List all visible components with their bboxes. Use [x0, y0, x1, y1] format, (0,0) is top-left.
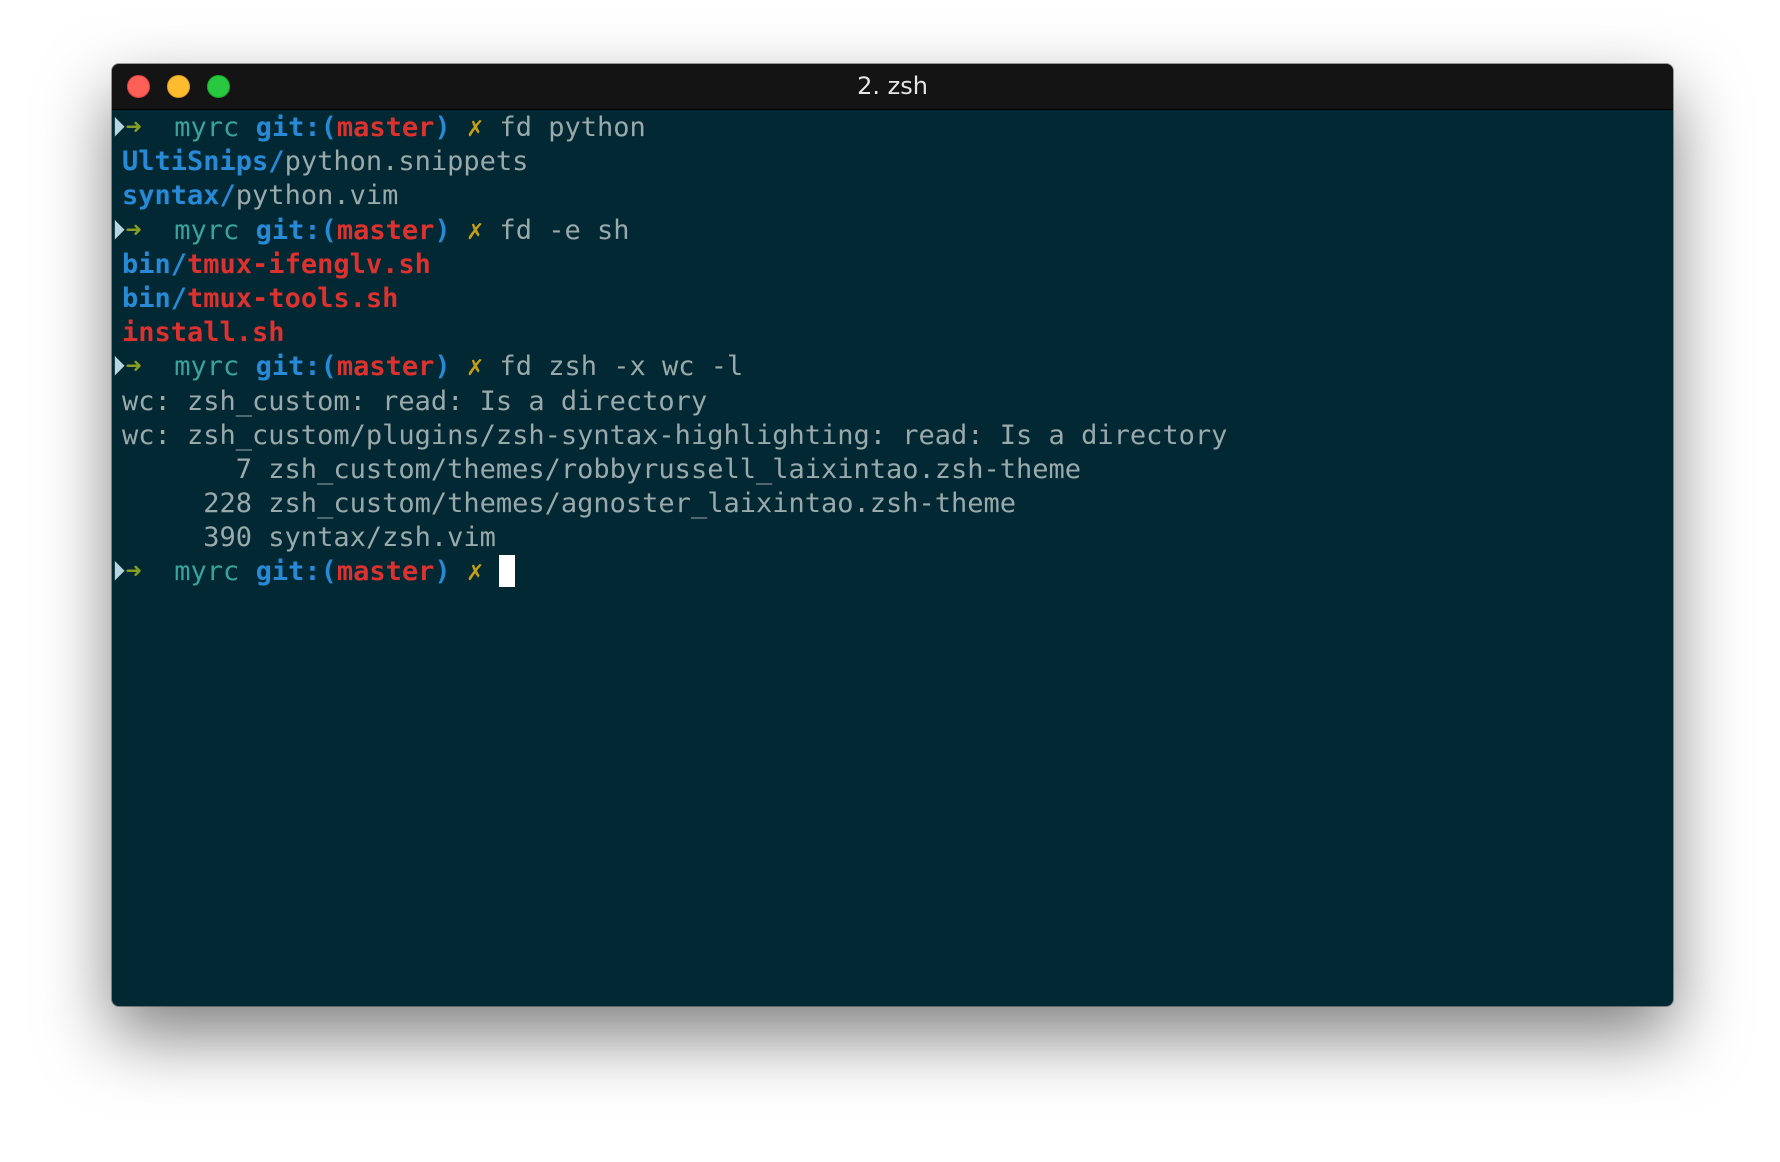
command-text: fd zsh -x wc -l — [499, 351, 744, 383]
prompt-git-open: git:( — [255, 214, 337, 246]
active-prompt-line[interactable]: ⏵➜ myrc git:(master) ✗ — [112, 554, 1673, 589]
prompt-line: ⏵➜ myrc git:(master) ✗ fd zsh -x wc -l — [112, 350, 1673, 384]
path-file: python.snippets — [284, 146, 529, 178]
prompt-git-open: git:( — [255, 556, 337, 588]
output-text: 390 syntax/zsh.vim — [122, 522, 496, 554]
path-dir: bin/ — [122, 282, 188, 314]
prompt-dir: myrc — [174, 112, 240, 143]
output-line: bin/tmux-ifenglv.sh — [112, 248, 1673, 282]
prompt-arrow-icon: ➜ — [125, 351, 142, 383]
prompt-line: ⏵➜ myrc git:(master) ✗ fd python — [112, 111, 1673, 145]
terminal-window: 2. zsh ⏵➜ myrc git:(master) ✗ fd python … — [112, 64, 1673, 1006]
title-bar[interactable]: 2. zsh — [112, 64, 1673, 110]
prompt-arrow-icon: ➜ — [125, 112, 142, 143]
path-dir: UltiSnips/ — [122, 146, 285, 178]
prompt-line: ⏵➜ myrc git:(master) ✗ fd -e sh — [112, 214, 1673, 248]
dirty-icon: ✗ — [466, 351, 484, 383]
prompt-dir: myrc — [174, 556, 240, 588]
output-line: bin/tmux-tools.sh — [112, 282, 1673, 316]
output-text: 228 zsh_custom/themes/agnoster_laixintao… — [122, 488, 1017, 520]
prompt-branch: master — [336, 351, 435, 383]
prompt-git-close: ) — [434, 556, 451, 588]
output-text: wc: zsh_custom/plugins/zsh-syntax-highli… — [122, 419, 1228, 451]
output-line: wc: zsh_custom/plugins/zsh-syntax-highli… — [112, 419, 1673, 453]
dirty-icon: ✗ — [466, 112, 484, 143]
output-line: 7 zsh_custom/themes/robbyrussell_laixint… — [112, 453, 1673, 487]
output-line: wc: zsh_custom: read: Is a directory — [112, 385, 1673, 419]
prompt-git-open: git:( — [255, 112, 337, 143]
prompt-git-open: git:( — [255, 351, 337, 383]
window-title: 2. zsh — [857, 72, 928, 100]
prompt-dir: myrc — [174, 351, 240, 383]
prompt-git-close: ) — [434, 351, 451, 383]
output-text: wc: zsh_custom: read: Is a directory — [122, 385, 708, 417]
command-text: fd python — [499, 112, 646, 143]
prompt-marker-icon: ⏵ — [112, 214, 126, 246]
prompt-git-close: ) — [434, 112, 451, 143]
prompt-marker-icon: ⏵ — [112, 556, 126, 588]
prompt-arrow-icon: ➜ — [125, 214, 142, 246]
output-line: 228 zsh_custom/themes/agnoster_laixintao… — [112, 487, 1673, 521]
path-dir: bin/ — [122, 248, 188, 280]
command-text: fd -e sh — [499, 214, 630, 246]
path-file-executable: tmux-ifenglv.sh — [187, 248, 431, 280]
output-line: syntax/python.vim — [112, 179, 1673, 213]
output-line: UltiSnips/python.snippets — [112, 145, 1673, 179]
terminal-content[interactable]: ⏵➜ myrc git:(master) ✗ fd python UltiSni… — [112, 111, 1673, 1006]
path-file-executable: install.sh — [122, 317, 285, 349]
prompt-branch: master — [336, 112, 435, 143]
prompt-dir: myrc — [174, 214, 240, 246]
prompt-marker-icon: ⏵ — [112, 351, 126, 383]
output-line: install.sh — [112, 316, 1673, 350]
dirty-icon: ✗ — [466, 556, 484, 588]
path-file-executable: tmux-tools.sh — [187, 282, 399, 314]
output-line: 390 syntax/zsh.vim — [112, 521, 1673, 555]
prompt-git-close: ) — [434, 214, 451, 246]
prompt-branch: master — [336, 556, 435, 588]
path-file: python.vim — [235, 180, 399, 212]
path-dir: syntax/ — [122, 180, 236, 212]
prompt-marker-icon: ⏵ — [112, 112, 126, 143]
prompt-arrow-icon: ➜ — [125, 556, 142, 588]
output-text: 7 zsh_custom/themes/robbyrussell_laixint… — [122, 453, 1082, 485]
text-cursor — [499, 554, 516, 587]
prompt-branch: master — [336, 214, 435, 246]
dirty-icon: ✗ — [466, 214, 484, 246]
